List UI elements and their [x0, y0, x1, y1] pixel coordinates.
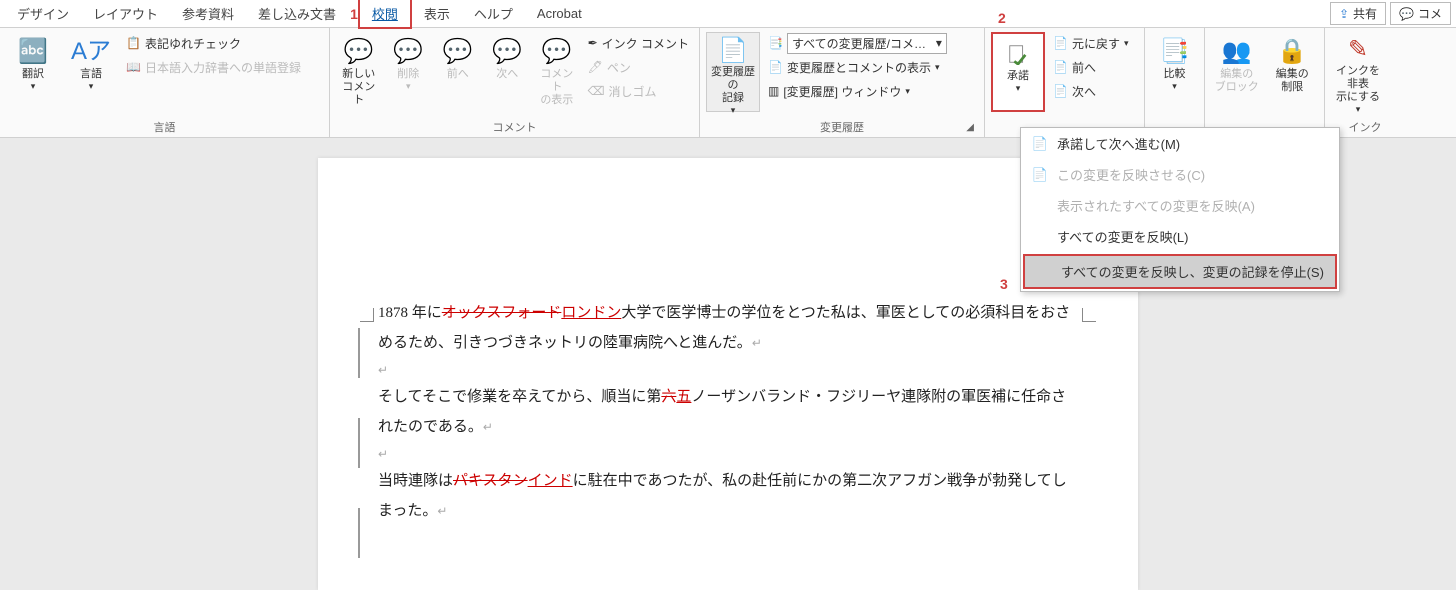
next-comment-icon: 💬: [492, 36, 522, 68]
pen-button[interactable]: 🖊ペン: [584, 56, 693, 78]
change-bar: [358, 418, 360, 468]
hide-ink-icon: ✎: [1348, 36, 1368, 65]
accept-icon: [1007, 38, 1029, 70]
change-bar: [358, 328, 360, 378]
prev-change-button[interactable]: 📄前へ: [1049, 56, 1133, 78]
ink-comment-button[interactable]: ✒インク コメント: [584, 32, 693, 54]
tab-design[interactable]: デザイン: [5, 0, 81, 27]
track-changes-button[interactable]: 📄変更履歴の 記録▾: [706, 32, 760, 112]
block-authors-button[interactable]: 👥編集の ブロック: [1211, 32, 1263, 112]
tab-mailings[interactable]: 差し込み文書: [246, 0, 348, 27]
prev-comment-icon: 💬: [443, 36, 473, 68]
deleted-text: 六: [661, 389, 676, 405]
tab-view[interactable]: 表示: [412, 0, 462, 27]
deleted-text: パキスタン: [453, 473, 528, 489]
reject-icon: 📄: [1053, 36, 1068, 50]
hide-ink-button[interactable]: ✎インクを非表 示にする▾: [1331, 32, 1385, 112]
tracking-dialog-launcher[interactable]: ◢: [966, 122, 974, 133]
margin-corner-right: [1082, 308, 1096, 322]
annotation-2: 2: [998, 10, 1006, 26]
tab-references[interactable]: 参考資料: [170, 0, 246, 27]
prev-comment-button[interactable]: 💬前へ: [435, 32, 481, 112]
show-comments-button[interactable]: 💬コメント の表示: [534, 32, 580, 112]
inserted-text: インド: [528, 473, 573, 489]
paragraph-mark: ↵: [378, 442, 1078, 466]
deleted-text: オックスフォード: [442, 305, 562, 321]
lock-icon: 🔒: [1277, 36, 1307, 68]
language-icon: Aア: [71, 36, 111, 68]
new-comment-button[interactable]: 💬新しい コメント: [336, 32, 382, 112]
reject-button[interactable]: 📄元に戻す ▾: [1049, 32, 1133, 54]
next-change-button[interactable]: 📄次へ: [1049, 80, 1133, 102]
delete-comment-button[interactable]: 💬削除▾: [386, 32, 432, 112]
pane-icon: ▥: [768, 84, 779, 98]
show-markup-button[interactable]: 📄変更履歴とコメントの表示 ▾: [764, 56, 951, 78]
prev-change-icon: 📄: [1053, 60, 1068, 74]
chevron-down-icon: ▾: [936, 36, 942, 50]
menu-accept-and-next[interactable]: 📄承諾して次へ進む(M): [1021, 128, 1339, 159]
annotation-1: 1: [350, 6, 358, 22]
language-button[interactable]: Aア 言語▾: [64, 32, 118, 112]
eraser-icon: ⌫: [588, 84, 605, 98]
group-label-language: 言語: [6, 117, 323, 135]
next-comment-button[interactable]: 💬次へ: [485, 32, 531, 112]
tab-review[interactable]: 校閲: [358, 0, 412, 29]
ribbon: 🔤 翻訳▾ Aア 言語▾ 📋表記ゆれチェック 📖日本語入力辞書への単語登録 言語…: [0, 28, 1456, 138]
next-change-icon: 📄: [1053, 84, 1068, 98]
track-icon: 📄: [718, 37, 748, 66]
translate-button[interactable]: 🔤 翻訳▾: [6, 32, 60, 112]
block-icon: 👥: [1222, 36, 1252, 68]
share-button[interactable]: ⇪共有: [1330, 2, 1386, 25]
tab-layout[interactable]: レイアウト: [81, 0, 170, 27]
annotation-3: 3: [1000, 276, 1008, 292]
new-comment-icon: 💬: [344, 36, 374, 68]
compare-button[interactable]: 📑比較▾: [1151, 32, 1198, 112]
comments-button[interactable]: 💬コメ: [1390, 2, 1451, 25]
accept-button[interactable]: 承諾▾: [991, 32, 1045, 112]
translate-icon: 🔤: [18, 36, 48, 68]
paragraph-1: 1878 年にオックスフォードロンドン大学で医学博士の学位をとつた私は、軍医とし…: [378, 298, 1078, 358]
show-comments-icon: 💬: [542, 36, 572, 68]
tab-help[interactable]: ヘルプ: [462, 0, 525, 27]
compare-icon: 📑: [1160, 36, 1190, 68]
paragraph-mark: ↵: [437, 504, 447, 518]
menu-accept-shown: 表示されたすべての変更を反映(A): [1021, 190, 1339, 221]
change-bar: [358, 508, 360, 558]
accept-this-icon: 📄: [1031, 167, 1049, 183]
comment-icon: 💬: [1399, 7, 1414, 21]
markup-icon: 📄: [768, 60, 783, 74]
inserted-text: ロンドン: [561, 305, 621, 321]
ink-icon: ✒: [588, 36, 598, 50]
paragraph-3: 当時連隊はパキスタンインドに駐在中であつたが、私の赴任前にかの第二次アフガン戦争…: [378, 466, 1078, 526]
combo-icon: 📑: [768, 36, 783, 50]
paragraph-mark: ↵: [752, 336, 762, 350]
restrict-editing-button[interactable]: 🔒編集の 制限: [1267, 32, 1319, 112]
ime-dictionary-button[interactable]: 📖日本語入力辞書への単語登録: [122, 56, 305, 78]
delete-comment-icon: 💬: [393, 36, 423, 68]
share-icon: ⇪: [1339, 7, 1349, 21]
paragraph-mark: ↵: [378, 358, 1078, 382]
accept-dropdown-menu: 📄承諾して次へ進む(M) 📄この変更を反映させる(C) 表示されたすべての変更を…: [1020, 127, 1340, 292]
display-for-review-combo[interactable]: 📑すべての変更履歴/コメ…▾: [764, 32, 951, 54]
accept-next-icon: 📄: [1031, 136, 1049, 152]
menu-accept-all[interactable]: すべての変更を反映(L): [1021, 221, 1339, 252]
menu-accept-all-stop[interactable]: すべての変更を反映し、変更の記録を停止(S): [1023, 254, 1337, 289]
inserted-text: 五: [676, 389, 691, 405]
group-label-tracking: 変更履歴◢: [706, 117, 978, 135]
check-icon: 📋: [126, 36, 141, 50]
pen-icon: 🖊: [588, 60, 603, 74]
group-label-comments: コメント: [336, 117, 693, 135]
reviewing-pane-button[interactable]: ▥[変更履歴] ウィンドウ ▾: [764, 80, 951, 102]
tab-acrobat[interactable]: Acrobat: [525, 2, 594, 25]
dictionary-icon: 📖: [126, 60, 141, 74]
group-label-ink: インク: [1331, 117, 1399, 135]
eraser-button[interactable]: ⌫消しゴム: [584, 80, 693, 102]
menu-accept-this: 📄この変更を反映させる(C): [1021, 159, 1339, 190]
paragraph-2: そしてそこで修業を卒えてから、順当に第六五ノーザンバランド・フジリーヤ連隊附の軍…: [378, 382, 1078, 442]
document-page[interactable]: 1878 年にオックスフォードロンドン大学で医学博士の学位をとつた私は、軍医とし…: [318, 158, 1138, 590]
spelling-consistency-button[interactable]: 📋表記ゆれチェック: [122, 32, 305, 54]
margin-corner-left: [360, 308, 374, 322]
paragraph-mark: ↵: [483, 420, 493, 434]
